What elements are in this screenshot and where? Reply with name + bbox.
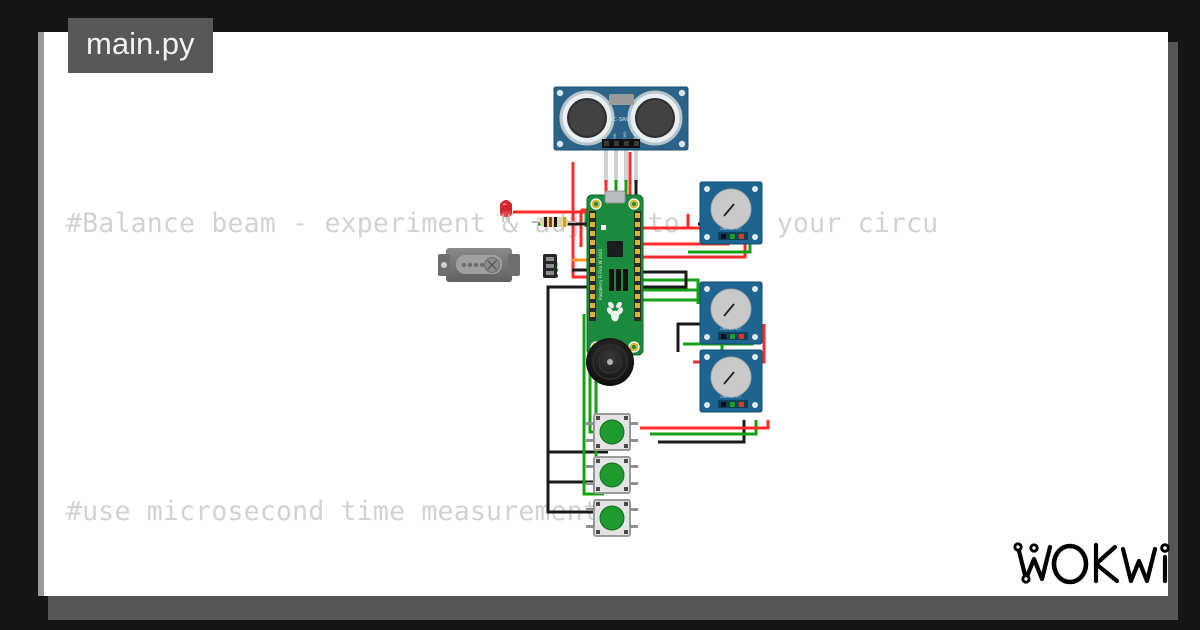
panel-bottom-edge [48, 596, 1178, 620]
editor-gutter [38, 32, 44, 596]
code-line: #Balance beam - experiment & adjust to s… [66, 208, 939, 239]
tab-main-py[interactable]: main.py [68, 18, 213, 73]
app-window: #Balance beam - experiment & adjust to s… [0, 0, 1200, 630]
wokwi-logo [1010, 535, 1178, 596]
code-line: #use microsecond time measurements [66, 496, 616, 527]
